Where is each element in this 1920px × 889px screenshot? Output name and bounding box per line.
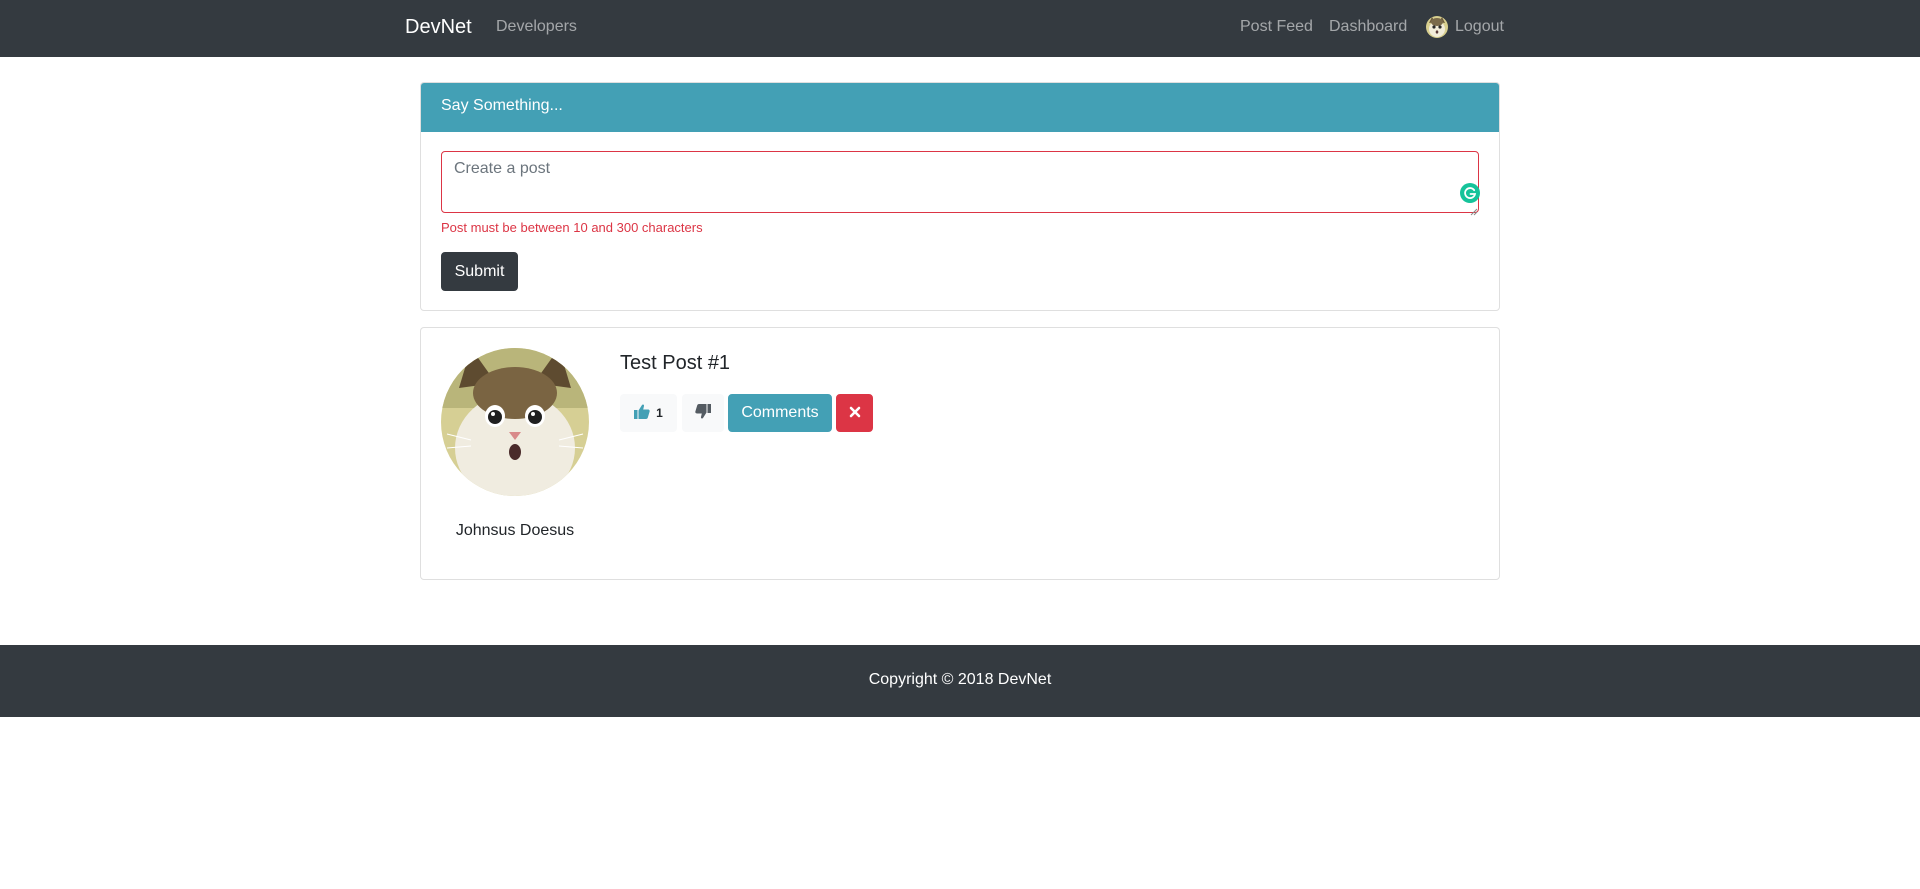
thumbs-up-icon bbox=[634, 404, 650, 422]
thumbs-down-icon bbox=[695, 404, 711, 422]
post-author-name: Johnsus Doesus bbox=[455, 522, 575, 539]
like-count: 1 bbox=[656, 406, 663, 420]
post-textarea[interactable] bbox=[441, 151, 1479, 213]
delete-post-button[interactable] bbox=[836, 394, 873, 432]
post-item-card: Johnsus Doesus Test Post #1 1 Comments bbox=[420, 327, 1500, 580]
textarea-resize-handle[interactable] bbox=[1470, 203, 1478, 216]
nav-link-dashboard[interactable]: Dashboard bbox=[1329, 18, 1407, 36]
logout-label: Logout bbox=[1455, 18, 1504, 35]
post-text: Test Post #1 bbox=[620, 352, 731, 374]
like-button[interactable]: 1 bbox=[620, 394, 677, 432]
cat-avatar-icon bbox=[1426, 16, 1448, 38]
footer-copyright: Copyright © 2018 DevNet bbox=[868, 671, 1052, 688]
unlike-button[interactable] bbox=[682, 394, 724, 432]
nav-link-post-feed[interactable]: Post Feed bbox=[1240, 18, 1313, 36]
post-error-message: Post must be between 10 and 300 characte… bbox=[441, 220, 703, 235]
brand-logo-link[interactable]: DevNet bbox=[405, 16, 472, 39]
post-form-card: Say Something... Post must be between 10… bbox=[420, 82, 1500, 311]
top-navbar: DevNet Developers Post Feed Dashboard Lo… bbox=[0, 0, 1920, 57]
comments-button[interactable]: Comments bbox=[728, 394, 832, 432]
grammarly-icon[interactable] bbox=[1460, 183, 1480, 203]
close-x-icon bbox=[849, 406, 861, 421]
logout-link[interactable]: Logout bbox=[1426, 16, 1504, 38]
submit-button[interactable]: Submit bbox=[441, 252, 518, 291]
author-avatar[interactable] bbox=[441, 348, 589, 496]
post-form-header: Say Something... bbox=[421, 83, 1499, 132]
page-footer: Copyright © 2018 DevNet bbox=[0, 645, 1920, 717]
nav-link-developers[interactable]: Developers bbox=[496, 18, 577, 36]
